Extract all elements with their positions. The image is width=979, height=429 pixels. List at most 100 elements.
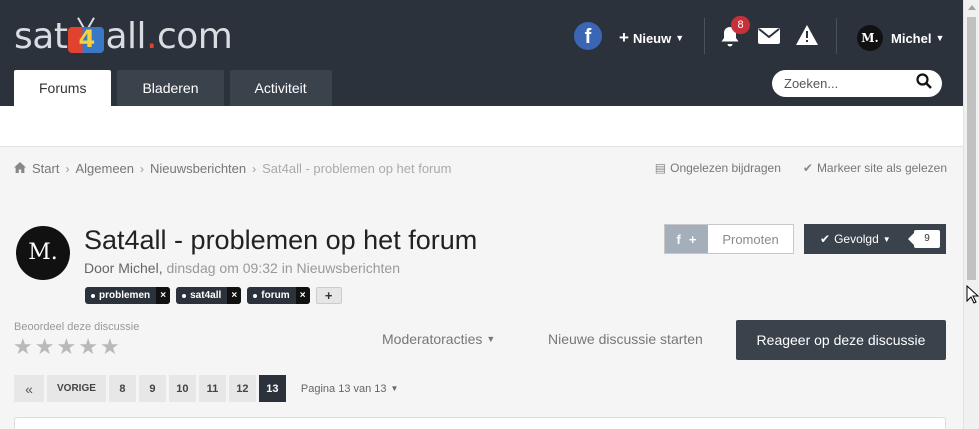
breadcrumb-item-algemeen[interactable]: Algemeen bbox=[75, 161, 134, 176]
breadcrumb-item-current: Sat4all - problemen op het forum bbox=[262, 161, 452, 176]
warning-icon[interactable] bbox=[796, 25, 818, 50]
follower-count: 9 bbox=[908, 230, 940, 248]
chevron-right-icon: › bbox=[140, 161, 145, 176]
star-icon[interactable]: ★ bbox=[78, 336, 98, 358]
tv-logo-icon: 4 bbox=[68, 17, 105, 53]
star-icon[interactable]: ★ bbox=[56, 336, 76, 358]
header-divider bbox=[704, 18, 705, 54]
byline-in: in bbox=[281, 260, 293, 276]
author-avatar[interactable]: M. bbox=[16, 226, 70, 280]
start-new-topic-link[interactable]: Nieuwe discussie starten bbox=[548, 331, 703, 347]
tag-remove-icon[interactable]: × bbox=[156, 287, 171, 304]
promote-icons: f + bbox=[665, 225, 708, 253]
check-icon: ✔ bbox=[820, 232, 831, 246]
page-jump-menu[interactable]: Pagina 13 van 13 ▼ bbox=[301, 383, 399, 395]
notification-count-badge: 8 bbox=[731, 16, 750, 34]
forum-link[interactable]: Nieuwsberichten bbox=[297, 260, 401, 276]
site-logo[interactable]: sat 4 all. com bbox=[14, 14, 233, 58]
messages-envelope-icon[interactable] bbox=[758, 28, 780, 49]
follow-label: Gevolgd bbox=[834, 232, 879, 246]
author-link[interactable]: Michel bbox=[118, 260, 158, 276]
tab-forums[interactable]: Forums bbox=[14, 70, 112, 106]
star-icon[interactable]: ★ bbox=[100, 336, 120, 358]
breadcrumb-actions: ▤ Ongelezen bijdragen ✔ Markeer site als g… bbox=[655, 161, 947, 175]
reply-to-topic-button[interactable]: Reageer op deze discussie bbox=[736, 320, 946, 360]
site-header: sat 4 all. com f + Nieuw ▼ 8 M. Michel ▼ … bbox=[0, 0, 963, 106]
user-avatar: M. bbox=[857, 25, 883, 51]
caret-down-icon: ▼ bbox=[486, 334, 496, 344]
search-icon[interactable] bbox=[916, 73, 932, 94]
new-content-label: Nieuw bbox=[632, 30, 672, 46]
plus-icon: + bbox=[619, 28, 629, 47]
tab-bladeren[interactable]: Bladeren bbox=[117, 70, 224, 106]
chevron-right-icon: › bbox=[65, 161, 70, 176]
tab-activiteit[interactable]: Activiteit bbox=[229, 70, 332, 106]
star-icon[interactable]: ★ bbox=[35, 336, 55, 358]
moderator-actions-label: Moderatoracties bbox=[382, 331, 483, 347]
unread-content-link[interactable]: ▤ Ongelezen bijdragen bbox=[655, 161, 781, 175]
tag-label: forum bbox=[247, 290, 295, 301]
page-title: Sat4all - problemen op het forum bbox=[84, 225, 478, 255]
tag-item[interactable]: problemen × bbox=[85, 287, 171, 304]
topic-byline: Door Michel, dinsdag om 09:32 in Nieuwsb… bbox=[84, 260, 400, 276]
moderator-actions-menu[interactable]: Moderatoracties ▼ bbox=[382, 331, 495, 347]
add-tag-button[interactable]: + bbox=[315, 287, 342, 304]
logo-tv-digit: 4 bbox=[78, 25, 95, 53]
page-link[interactable]: 8 bbox=[108, 375, 136, 402]
topic-date: dinsdag om 09:32 bbox=[166, 260, 278, 276]
star-icon[interactable]: ★ bbox=[13, 336, 33, 358]
caret-down-icon: ▼ bbox=[390, 384, 399, 393]
home-icon bbox=[14, 161, 26, 176]
page-link[interactable]: 11 bbox=[198, 375, 226, 402]
tag-remove-icon[interactable]: × bbox=[295, 287, 310, 304]
page-info-label: Pagina 13 van 13 bbox=[300, 382, 387, 395]
tag-item[interactable]: sat4all × bbox=[176, 287, 242, 304]
page-link[interactable]: 12 bbox=[228, 375, 256, 402]
logo-text-sat: sat bbox=[14, 15, 68, 57]
breadcrumb: Start › Algemeen › Nieuwsberichten › Sat… bbox=[14, 161, 451, 176]
topic-tags: problemen × sat4all × forum × + bbox=[85, 287, 342, 304]
page-link[interactable]: 10 bbox=[168, 375, 196, 402]
user-menu[interactable]: M. Michel ▼ bbox=[857, 25, 944, 51]
mark-site-read-label: Markeer site als gelezen bbox=[816, 161, 947, 175]
header-divider bbox=[836, 18, 837, 54]
caret-down-icon: ▼ bbox=[675, 33, 685, 43]
previous-page-button[interactable]: VORIGE bbox=[47, 375, 106, 402]
current-page[interactable]: 13 bbox=[258, 375, 286, 402]
tag-remove-icon[interactable]: × bbox=[227, 287, 242, 304]
newspaper-icon: ▤ bbox=[654, 161, 667, 175]
facebook-share-icon: f bbox=[676, 231, 681, 247]
page-scrollbar[interactable] bbox=[963, 0, 979, 429]
promote-label: Promoten bbox=[722, 231, 779, 247]
tag-label: problemen bbox=[85, 290, 156, 301]
breadcrumb-item-start[interactable]: Start bbox=[32, 161, 59, 176]
byline-prefix: Door bbox=[84, 260, 115, 276]
scroll-up-arrow-icon[interactable] bbox=[968, 5, 976, 10]
page-link[interactable]: 9 bbox=[138, 375, 166, 402]
caret-down-icon: ▼ bbox=[935, 33, 945, 43]
tag-item[interactable]: forum × bbox=[247, 287, 310, 304]
chevron-right-icon: › bbox=[252, 161, 257, 176]
tag-label: sat4all bbox=[176, 290, 227, 301]
search-input[interactable] bbox=[784, 76, 916, 91]
caret-down-icon: ▼ bbox=[882, 234, 891, 244]
scrollbar-thumb[interactable] bbox=[967, 17, 976, 280]
sub-navigation-bar bbox=[0, 106, 963, 147]
follow-button[interactable]: ✔ Gevolgd ▼ 9 bbox=[804, 224, 946, 254]
pagination: « VORIGE 8 9 10 11 12 13 Pagina 13 van 1… bbox=[14, 375, 398, 402]
breadcrumb-item-nieuwsberichten[interactable]: Nieuwsberichten bbox=[150, 161, 246, 176]
mark-site-read-link[interactable]: ✔ Markeer site als gelezen bbox=[803, 161, 947, 175]
promote-button[interactable]: f + Promoten bbox=[664, 224, 794, 254]
facebook-icon[interactable]: f bbox=[574, 22, 602, 50]
search-box bbox=[772, 70, 942, 97]
logo-text-all: all bbox=[105, 15, 147, 57]
first-page-button[interactable]: « bbox=[14, 375, 44, 402]
logo-text-com: com bbox=[156, 15, 233, 57]
rating-stars: ★ ★ ★ ★ ★ bbox=[13, 336, 120, 358]
post-container bbox=[14, 417, 946, 429]
check-icon: ✔ bbox=[802, 161, 813, 175]
logo-text-dot: . bbox=[146, 15, 157, 57]
plus-icon: + bbox=[688, 231, 697, 247]
rating-label: Beoordeel deze discussie bbox=[14, 321, 140, 333]
new-content-button[interactable]: + Nieuw ▼ bbox=[619, 28, 684, 48]
